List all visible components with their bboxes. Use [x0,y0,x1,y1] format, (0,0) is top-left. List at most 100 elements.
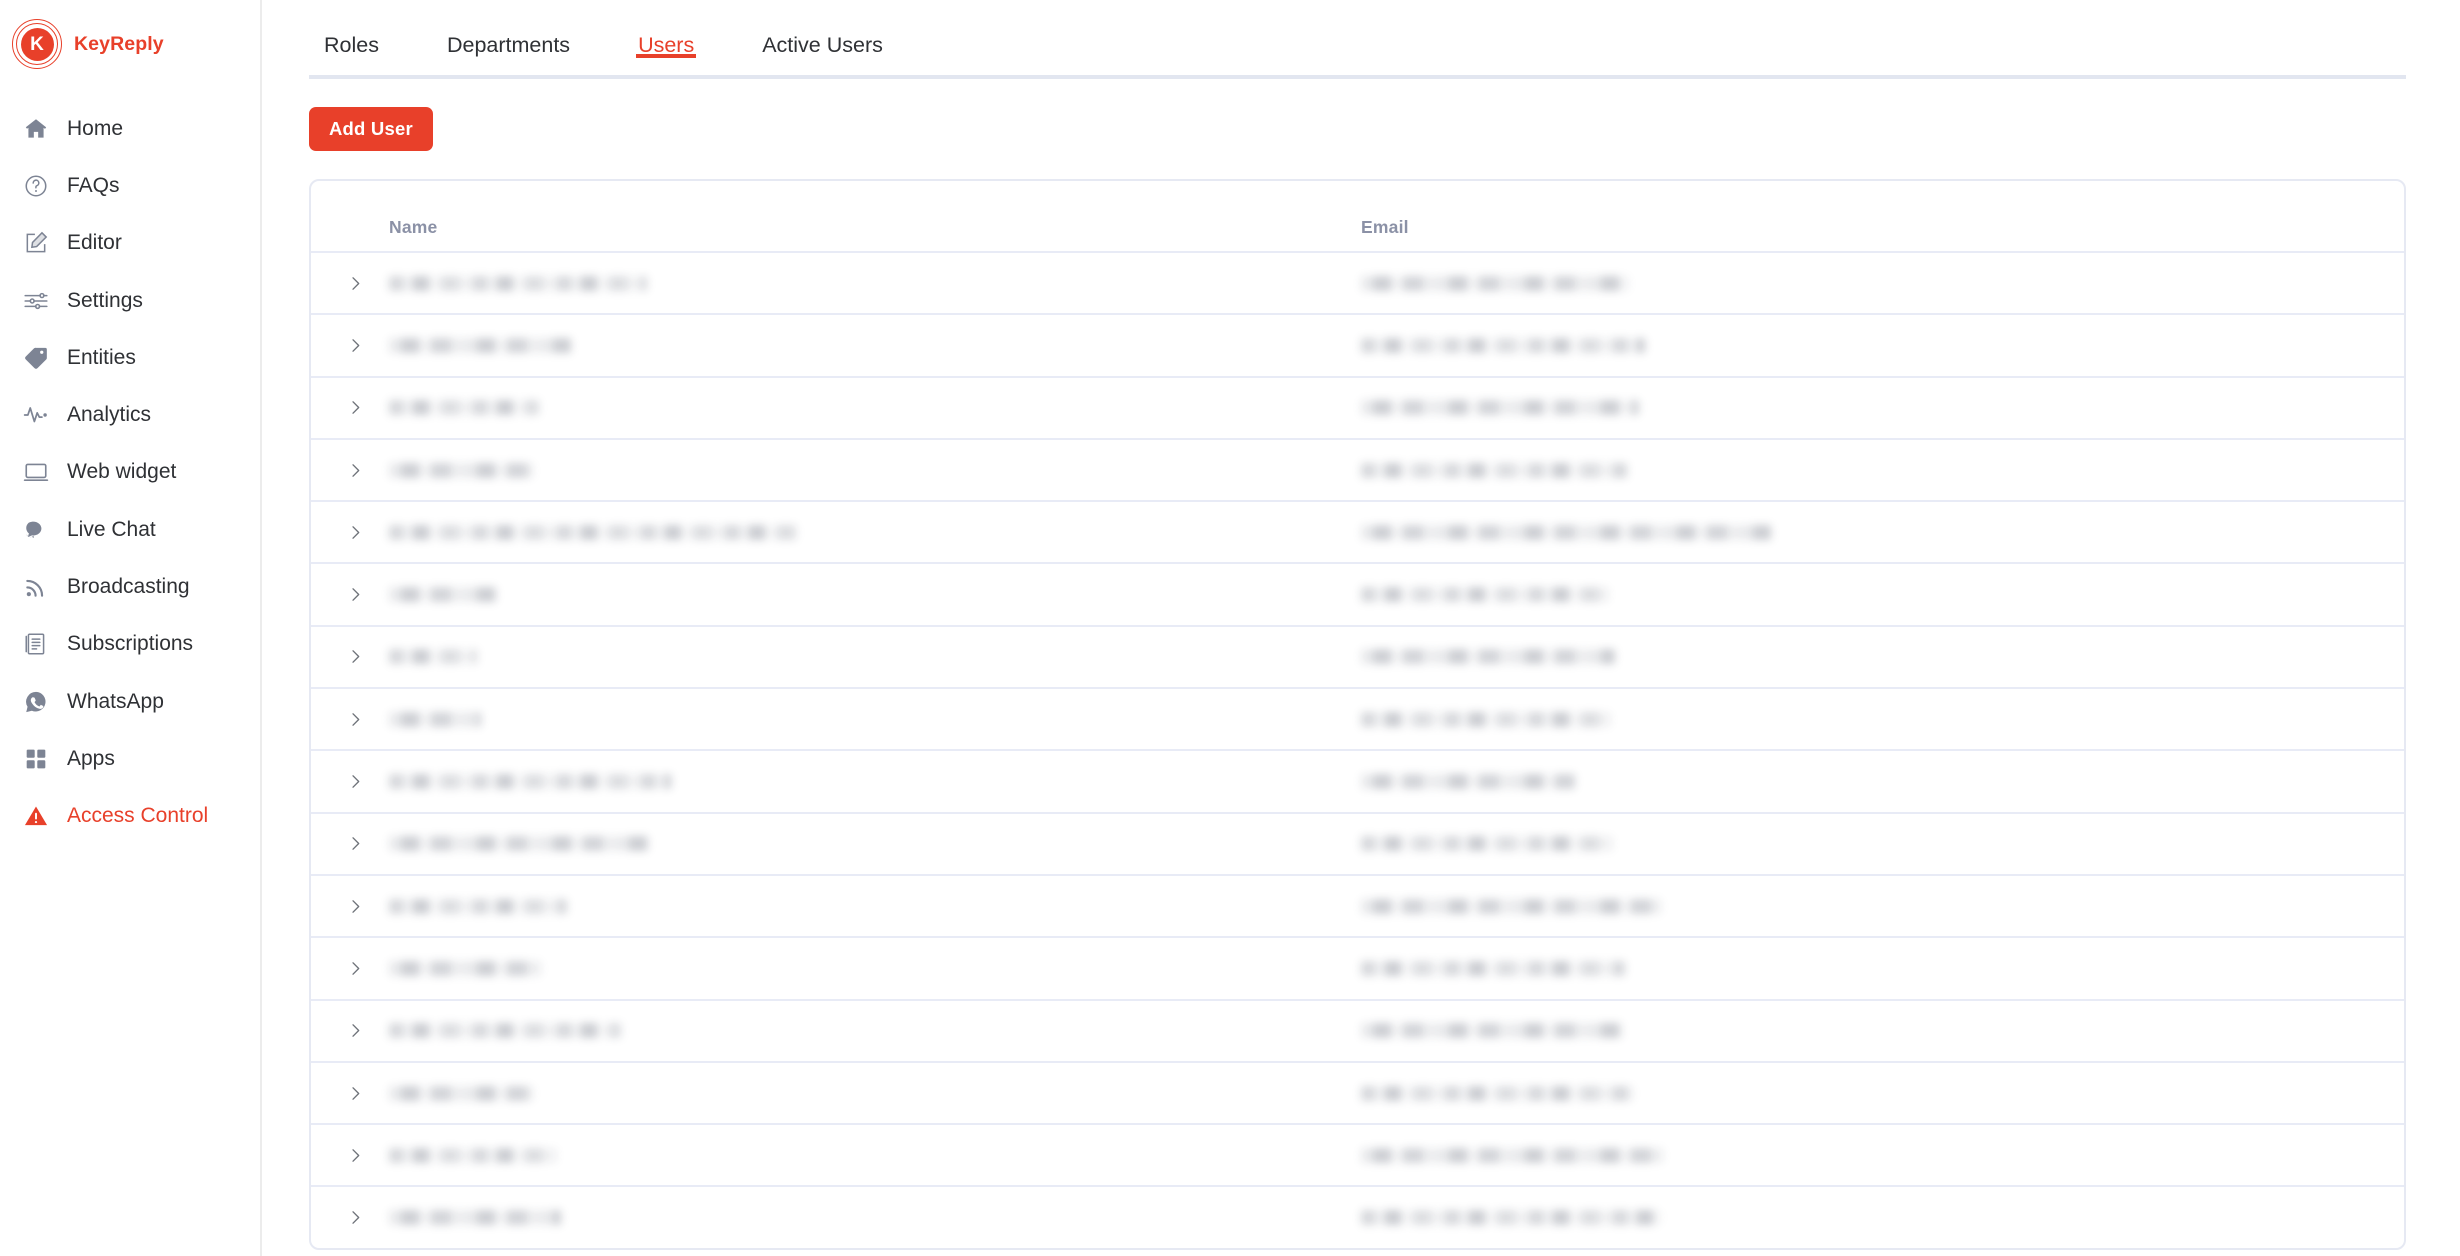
expand-row-chevron-right-icon[interactable] [311,1147,389,1164]
expand-row-chevron-right-icon[interactable] [311,1022,389,1039]
cell-email [1361,337,2404,353]
column-header-name: Name [389,216,438,237]
table-row[interactable] [311,437,2404,500]
cell-email [1361,462,2404,478]
sidebar-item-label: Analytics [67,403,152,427]
table-row[interactable] [311,313,2404,375]
sidebar-item-analytics[interactable]: Analytics [0,386,260,443]
cell-email [1361,587,2404,603]
table-row[interactable] [311,749,2404,811]
sidebar-item-label: Access Control [67,804,209,828]
expand-row-chevron-right-icon[interactable] [311,462,389,479]
cell-name [389,649,1361,665]
monitor-icon [22,458,50,486]
app-root: K KeyReply Home FAQs Editor Settings Ent… [0,0,2460,1256]
redacted-name-text [389,711,481,727]
table-row[interactable] [311,998,2404,1061]
expand-row-chevron-right-icon[interactable] [311,337,389,354]
expand-row-chevron-right-icon[interactable] [311,711,389,728]
sidebar-item-apps[interactable]: Apps [0,730,260,787]
table-row[interactable] [311,873,2404,936]
sidebar-item-editor[interactable]: Editor [0,215,260,272]
table-row[interactable] [311,375,2404,438]
sidebar-item-label: Entities [67,345,136,369]
table-row[interactable] [311,936,2404,998]
sidebar: K KeyReply Home FAQs Editor Settings Ent… [0,0,262,1256]
pulse-icon [22,401,50,429]
expand-row-chevron-right-icon[interactable] [311,1085,389,1102]
tab-roles[interactable]: Roles [306,0,397,58]
cell-name [389,711,1361,727]
tab-bar: Roles Departments Users Active Users [309,0,2406,79]
brand-logo[interactable]: K KeyReply [0,0,260,88]
sidebar-item-whatsapp[interactable]: WhatsApp [0,673,260,730]
cell-email [1361,1085,2404,1101]
redacted-email-text [1361,649,1615,665]
home-icon [22,115,50,143]
tab-departments[interactable]: Departments [429,0,588,58]
sidebar-item-faqs[interactable]: FAQs [0,157,260,214]
sidebar-item-label: FAQs [67,173,120,197]
chat-bubbles-icon [22,516,50,544]
table-body [311,251,2404,1248]
table-row[interactable] [311,1185,2404,1247]
redacted-name-text [389,1210,561,1226]
table-row[interactable] [311,500,2404,562]
tab-users[interactable]: Users [620,0,712,58]
cell-email [1361,524,2404,540]
table-row[interactable] [311,811,2404,874]
redacted-name-text [389,898,567,914]
expand-row-chevron-right-icon[interactable] [311,1209,389,1226]
cell-name [389,1023,1361,1039]
page-scrollbar[interactable] [2446,0,2460,1256]
redacted-email-text [1361,1210,1661,1226]
keyreply-logo-icon: K [12,19,62,69]
grid-apps-icon [22,745,50,773]
tab-active-users[interactable]: Active Users [744,0,901,58]
redacted-email-text [1361,1085,1633,1101]
table-row[interactable] [311,624,2404,687]
redacted-name-text [389,337,571,353]
cell-name [389,898,1361,914]
sidebar-item-label: Broadcasting [67,575,190,599]
users-table: Name Email [311,181,2404,1248]
expand-row-chevron-right-icon[interactable] [311,773,389,790]
redacted-name-text [389,587,497,603]
tag-icon [22,344,50,372]
table-row[interactable] [311,1060,2404,1123]
cell-name [389,836,1361,852]
cell-email [1361,1210,2404,1226]
table-row[interactable] [311,562,2404,624]
brand-name: KeyReply [74,32,164,55]
expand-row-chevron-right-icon[interactable] [311,648,389,665]
sidebar-item-live-chat[interactable]: Live Chat [0,501,260,558]
redacted-name-text [389,960,541,976]
redacted-name-text [389,462,533,478]
cell-name [389,337,1361,353]
table-row[interactable] [311,1123,2404,1185]
expand-row-chevron-right-icon[interactable] [311,835,389,852]
sidebar-item-settings[interactable]: Settings [0,272,260,329]
cell-name [389,462,1361,478]
cell-email [1361,898,2404,914]
table-row[interactable] [311,687,2404,749]
cell-name [389,400,1361,416]
sidebar-item-label: Apps [67,746,115,770]
question-circle-icon [22,172,50,200]
expand-row-chevron-right-icon[interactable] [311,586,389,603]
sidebar-item-subscriptions[interactable]: Subscriptions [0,616,260,673]
add-user-button[interactable]: Add User [309,107,433,151]
redacted-name-text [389,524,797,540]
expand-row-chevron-right-icon[interactable] [311,960,389,977]
expand-row-chevron-right-icon[interactable] [311,399,389,416]
sidebar-item-broadcasting[interactable]: Broadcasting [0,558,260,615]
expand-row-chevron-right-icon[interactable] [311,275,389,292]
sidebar-item-home[interactable]: Home [0,100,260,157]
column-header-email: Email [1361,216,1409,237]
sidebar-item-access-control[interactable]: Access Control [0,788,260,845]
expand-row-chevron-right-icon[interactable] [311,524,389,541]
sidebar-item-entities[interactable]: Entities [0,329,260,386]
sidebar-item-web-widget[interactable]: Web widget [0,444,260,501]
expand-row-chevron-right-icon[interactable] [311,898,389,915]
table-row[interactable] [311,251,2404,313]
